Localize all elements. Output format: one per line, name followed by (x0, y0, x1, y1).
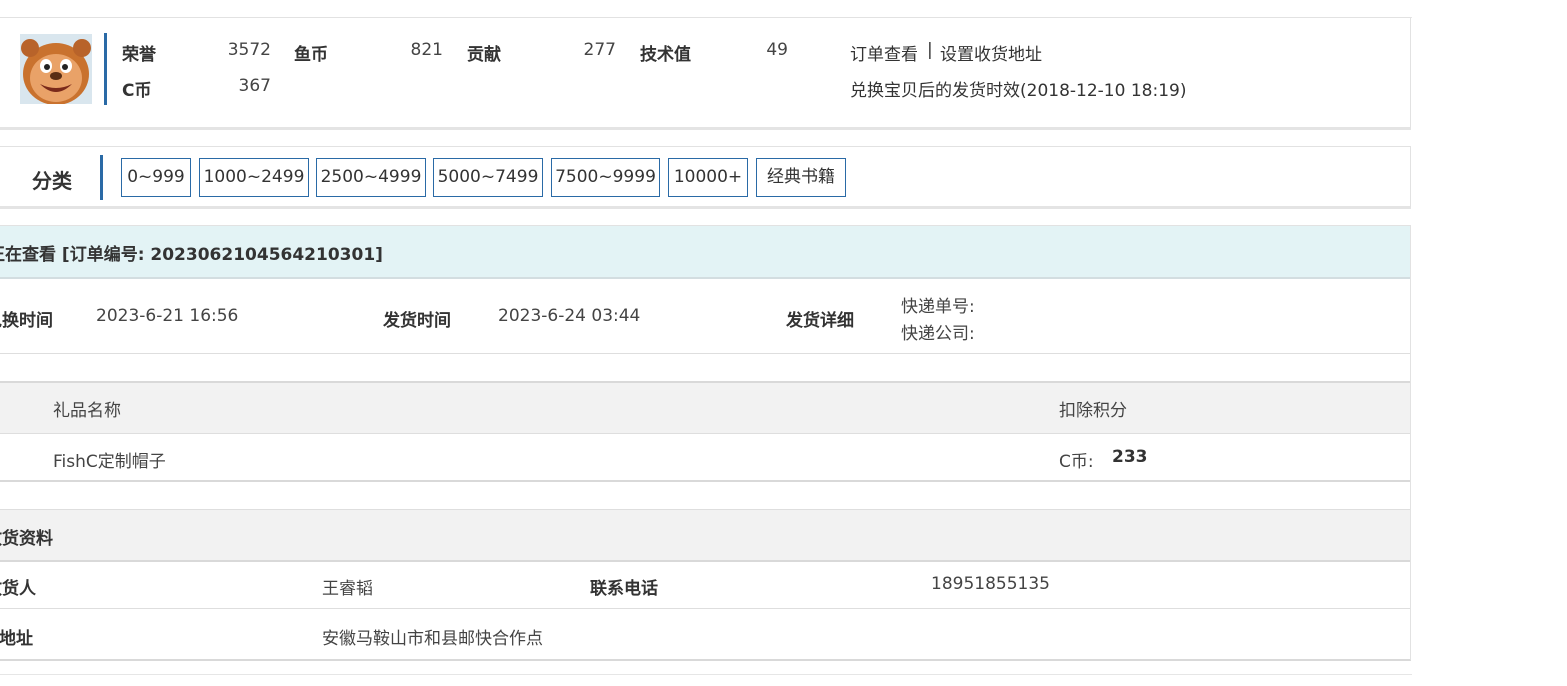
bottom-divider (0, 674, 1412, 675)
category-7500-9999[interactable]: 7500~9999 (551, 158, 660, 197)
receiver-value: 王睿韬 (322, 579, 373, 599)
stat-label-ccoin: C币 (122, 81, 152, 101)
divider (0, 608, 1410, 609)
divider (0, 353, 1410, 354)
order-title: 正在查看 [订单编号: 2023062104564210301] (0, 245, 383, 265)
shipping-info-title: 收货资料 (0, 529, 53, 549)
top-divider (0, 0, 1412, 18)
exchange-time-label: 兑换时间 (0, 311, 53, 331)
gift-name: FishC定制帽子 (53, 452, 166, 472)
stat-label-contribution: 贡献 (467, 45, 501, 65)
category-2500-4999[interactable]: 2500~4999 (316, 158, 426, 197)
set-address-link[interactable]: 设置收货地址 (940, 40, 1042, 65)
stat-value-fishcoin: 821 (410, 40, 443, 60)
ship-time-label: 发货时间 (383, 311, 451, 331)
shipping-notice-link[interactable]: 兑换宝贝后的发货时效(2018-12-10 18:19) (850, 76, 1186, 101)
gift-currency-label: C币: (1059, 452, 1094, 472)
category-5000-7499[interactable]: 5000~7499 (433, 158, 543, 197)
receiver-label: 收货人 (0, 579, 36, 599)
stat-value-honor: 3572 (227, 40, 271, 60)
accent-bar (104, 33, 107, 105)
phone-value: 18951855135 (931, 574, 1050, 594)
ship-detail-label: 发货详细 (786, 311, 854, 331)
address-value: 安徽马鞍山市和县邮快合作点 (322, 629, 543, 649)
tracking-number-label: 快递单号: (901, 297, 975, 317)
order-view-link[interactable]: 订单查看 (850, 40, 918, 65)
phone-label: 联系电话 (590, 579, 658, 599)
avatar-image (20, 34, 92, 104)
accent-bar (100, 155, 103, 200)
category-classic-books[interactable]: 经典书籍 (756, 158, 846, 197)
exchange-time-value: 2023-6-21 16:56 (96, 306, 239, 326)
gift-points-value: 233 (1112, 447, 1148, 467)
category-1000-2499[interactable]: 1000~2499 (199, 158, 309, 197)
stat-value-ccoin: 367 (238, 76, 271, 96)
gift-name-header: 礼品名称 (53, 401, 121, 421)
link-separator: | (927, 40, 933, 60)
gift-points-header: 扣除积分 (1059, 401, 1127, 421)
shipping-info-header: 收货资料 (0, 509, 1410, 562)
courier-label: 快递公司: (901, 324, 975, 344)
stat-label-fishcoin: 鱼币 (294, 45, 328, 65)
order-detail-panel: 正在查看 [订单编号: 2023062104564210301] 兑换时间 20… (0, 225, 1411, 661)
address-label: 收货地址 (0, 629, 33, 649)
gift-table-header: 礼品名称 扣除积分 (0, 381, 1410, 434)
stat-label-honor: 荣誉 (122, 45, 156, 65)
order-header: 正在查看 [订单编号: 2023062104564210301] (0, 226, 1410, 279)
ship-time-value: 2023-6-24 03:44 (498, 306, 641, 326)
stat-value-contribution: 277 (583, 40, 616, 60)
category-0-999[interactable]: 0~999 (121, 158, 191, 197)
category-10000-plus[interactable]: 10000+ (668, 158, 748, 197)
stat-value-techvalue: 49 (766, 40, 788, 60)
divider (0, 480, 1410, 482)
stat-label-techvalue: 技术值 (640, 45, 691, 65)
category-title: 分类 (32, 169, 72, 193)
user-info-panel: 荣誉 3572 鱼币 821 贡献 277 技术值 49 C币 367 订单查看… (0, 17, 1411, 130)
category-panel: 分类 0~999 1000~2499 2500~4999 5000~7499 7… (0, 146, 1411, 209)
avatar[interactable] (20, 34, 92, 104)
